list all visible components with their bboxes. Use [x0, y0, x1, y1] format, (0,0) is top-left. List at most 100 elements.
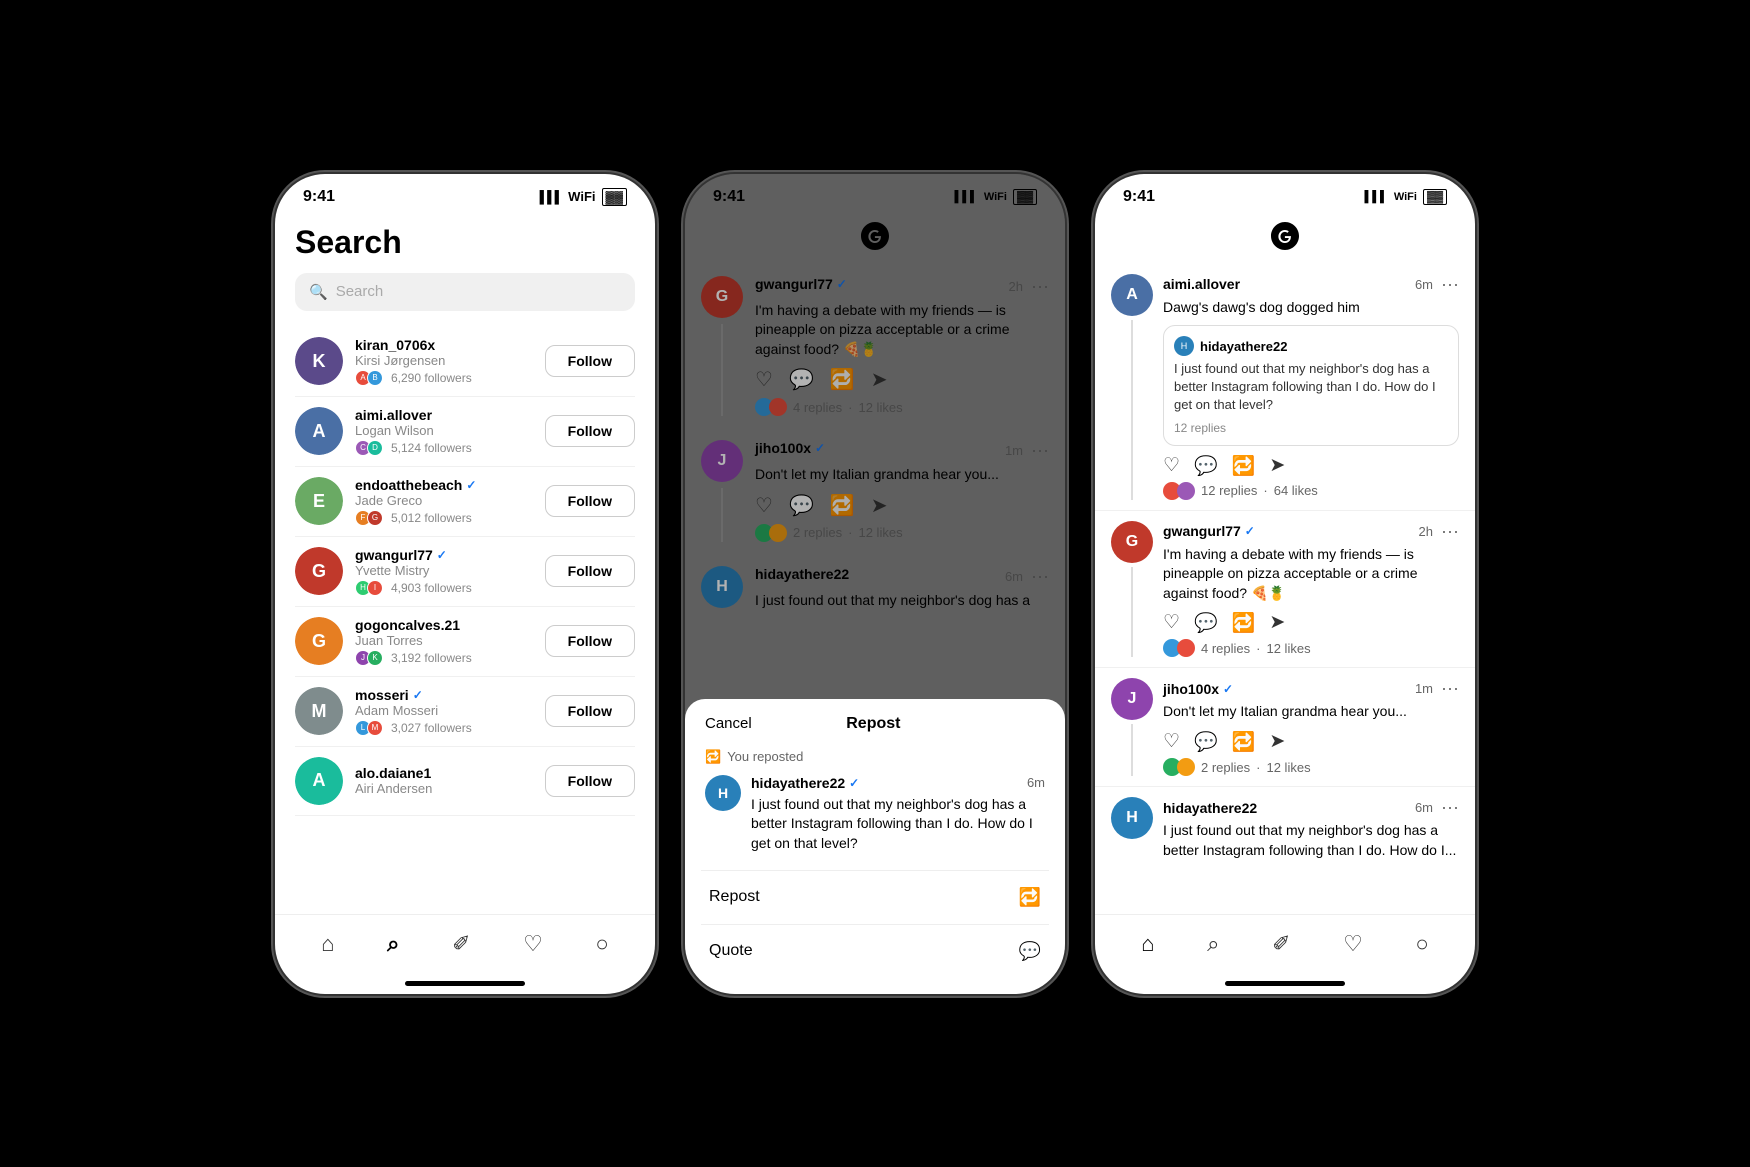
post-item: H hidayathere22 6m ··· I just found out …	[685, 554, 1065, 631]
post-body: hidayathere22 6m ··· I just found out th…	[1163, 797, 1459, 860]
modal-post-header: hidayathere22 ✓ 6m	[751, 775, 1045, 791]
post-username: jiho100x ✓	[755, 440, 825, 456]
nav-search[interactable]: ⌕	[1203, 927, 1223, 961]
nav-compose[interactable]: ✐	[448, 927, 474, 961]
post-item: G gwangurl77 ✓ 2h ··· I'm havin	[1095, 511, 1475, 669]
like-button[interactable]: ♡	[755, 367, 773, 392]
repost-action-button[interactable]: Repost 🔁	[701, 870, 1049, 924]
more-button[interactable]: ···	[1441, 274, 1459, 295]
quoted-text: I just found out that my neighbor's dog …	[1174, 360, 1448, 415]
follower-count: 5,124 followers	[391, 441, 472, 455]
more-button[interactable]: ···	[1441, 521, 1459, 542]
repost-icon: 🔁	[1019, 887, 1041, 908]
search-field[interactable]: 🔍 Search	[295, 273, 635, 311]
follow-button[interactable]: Follow	[545, 555, 635, 587]
reply-count: 4 replies	[793, 400, 842, 415]
nav-home[interactable]: ⌂	[1137, 927, 1158, 961]
nav-profile[interactable]: ○	[1411, 927, 1432, 961]
quoted-username: hidayathere22	[1200, 339, 1287, 354]
username: mosseri ✓	[355, 687, 545, 703]
list-item: G gwangurl77 ✓ Yvette Mistry HI 4,903 fo…	[295, 537, 635, 607]
avatar: H	[701, 566, 743, 608]
more-button[interactable]: ···	[1441, 678, 1459, 699]
nav-activity[interactable]: ♡	[519, 927, 547, 961]
post-header: aimi.allover 6m ···	[1163, 274, 1459, 295]
comment-button[interactable]: 💬	[1194, 454, 1218, 478]
search-container[interactable]: 🔍 Search	[275, 273, 655, 327]
page-title: Search	[275, 214, 655, 273]
like-count: 64 likes	[1274, 483, 1318, 498]
display-name: Adam Mosseri	[355, 703, 545, 718]
post-body: hidayathere22 6m ··· I just found out th…	[755, 566, 1049, 619]
nav-compose[interactable]: ✐	[1268, 927, 1294, 961]
repost-label: Repost	[709, 888, 760, 906]
repost-button[interactable]: 🔁	[1232, 730, 1256, 754]
comment-button[interactable]: 💬	[1194, 611, 1218, 635]
cancel-button[interactable]: Cancel	[705, 715, 752, 732]
repost-button[interactable]: 🔁	[1232, 454, 1256, 478]
share-button[interactable]: ➤	[1269, 454, 1285, 478]
like-button[interactable]: ♡	[1163, 730, 1180, 754]
follower-info: HI 4,903 followers	[355, 580, 545, 596]
share-button[interactable]: ➤	[871, 367, 888, 392]
nav-profile[interactable]: ○	[591, 927, 612, 961]
status-bar-1: 9:41 ▌▌▌ WiFi ▓▓	[275, 174, 655, 214]
like-button[interactable]: ♡	[755, 493, 773, 518]
post-body: jiho100x ✓ 1m ··· Don't let my Italian g…	[755, 440, 1049, 542]
comment-button[interactable]: 💬	[789, 367, 814, 392]
username: endoatthebeach ✓	[355, 477, 545, 493]
like-count: 12 likes	[1266, 641, 1310, 656]
share-button[interactable]: ➤	[1269, 730, 1285, 754]
quote-action-button[interactable]: Quote 💬	[701, 924, 1049, 978]
post-meta: 1m ···	[1005, 440, 1049, 461]
follow-button[interactable]: Follow	[545, 695, 635, 727]
post-meta: 2h ···	[1009, 276, 1049, 297]
share-button[interactable]: ➤	[1269, 611, 1285, 635]
list-item: M mosseri ✓ Adam Mosseri LM 3,027 follow…	[295, 677, 635, 747]
avatar: E	[295, 477, 343, 525]
follow-button[interactable]: Follow	[545, 345, 635, 377]
post-item: A aimi.allover 6m ··· Dawg's dawg's dog …	[1095, 264, 1475, 511]
nav-activity[interactable]: ♡	[1339, 927, 1367, 961]
nav-home[interactable]: ⌂	[317, 927, 338, 961]
more-button[interactable]: ···	[1031, 440, 1049, 461]
verified-badge: ✓	[413, 688, 423, 702]
search-placeholder: Search	[336, 283, 384, 300]
quote-label: Quote	[709, 942, 753, 960]
repost-button[interactable]: 🔁	[1232, 611, 1256, 635]
like-button[interactable]: ♡	[1163, 454, 1180, 478]
wifi-icon: WiFi	[1394, 191, 1417, 203]
user-info: alo.daiane1 Airi Andersen	[355, 765, 545, 796]
post-meta: 6m ···	[1005, 566, 1049, 587]
comment-button[interactable]: 💬	[789, 493, 814, 518]
more-button[interactable]: ···	[1031, 566, 1049, 587]
follower-count: 3,192 followers	[391, 651, 472, 665]
follow-button[interactable]: Follow	[545, 625, 635, 657]
follow-button[interactable]: Follow	[545, 765, 635, 797]
thread-line	[721, 488, 723, 542]
post-time: 2h	[1009, 279, 1023, 294]
follow-button[interactable]: Follow	[545, 415, 635, 447]
more-button[interactable]: ···	[1441, 797, 1459, 818]
post-time: 6m	[1005, 569, 1023, 584]
post-text: I just found out that my neighbor's dog …	[755, 591, 1049, 611]
follower-info: LM 3,027 followers	[355, 720, 545, 736]
post-actions: ♡ 💬 🔁 ➤	[1163, 611, 1459, 635]
more-button[interactable]: ···	[1031, 276, 1049, 297]
post-meta: 2h ···	[1419, 521, 1459, 542]
modal-post-body: hidayathere22 ✓ 6m I just found out that…	[751, 775, 1045, 854]
repost-button[interactable]: 🔁	[830, 493, 855, 518]
post-actions: ♡ 💬 🔁 ➤	[755, 493, 1049, 518]
like-button[interactable]: ♡	[1163, 611, 1180, 635]
post-username: gwangurl77 ✓	[755, 276, 847, 292]
follow-button[interactable]: Follow	[545, 485, 635, 517]
nav-search[interactable]: ⌕	[383, 927, 403, 961]
post-username: hidayathere22	[755, 566, 849, 582]
avatar: A	[295, 757, 343, 805]
share-button[interactable]: ➤	[871, 493, 888, 518]
quoted-avatar: H	[1174, 336, 1194, 356]
repost-button[interactable]: 🔁	[830, 367, 855, 392]
post-text: I'm having a debate with my friends — is…	[755, 301, 1049, 360]
list-item: A aimi.allover Logan Wilson CD 5,124 fol…	[295, 397, 635, 467]
comment-button[interactable]: 💬	[1194, 730, 1218, 754]
